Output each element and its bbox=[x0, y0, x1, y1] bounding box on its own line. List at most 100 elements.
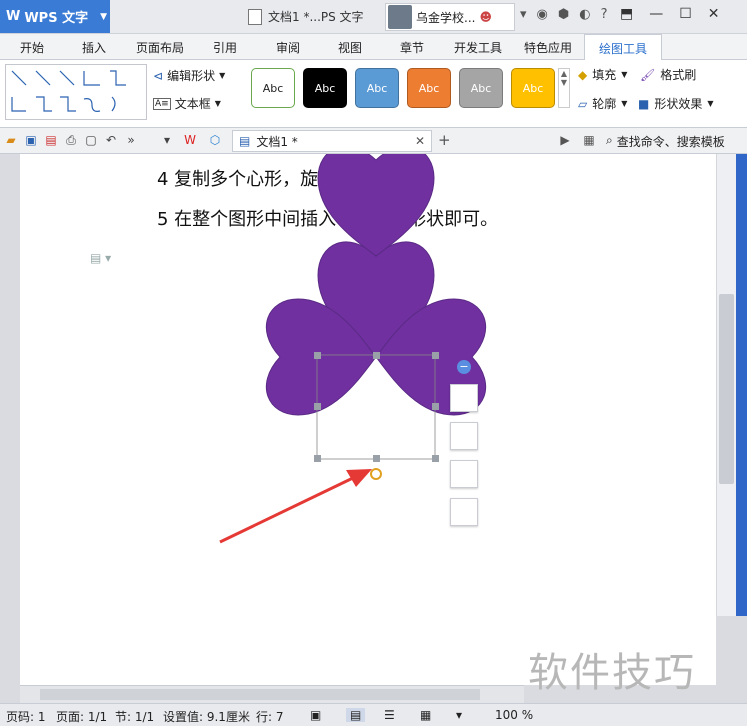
line-shapes-icon bbox=[11, 70, 126, 112]
redo-icon[interactable]: » bbox=[124, 133, 138, 147]
horizontal-scrollbar[interactable] bbox=[20, 685, 524, 703]
ribbon: ⊲ 编辑形状 ▼ A≡ 文本框 ▼ Abc Abc Abc Abc Abc Ab… bbox=[0, 60, 747, 128]
wps-cloud-icon[interactable]: W bbox=[183, 133, 197, 147]
maximize-button[interactable]: ☐ bbox=[679, 6, 692, 22]
undo-icon[interactable]: ↶ bbox=[104, 133, 118, 147]
lock-icon[interactable]: ▦ bbox=[582, 133, 596, 147]
search-icon: ⌕ bbox=[606, 133, 613, 147]
outline-icon: ▱ bbox=[578, 96, 588, 111]
layout-options-icon[interactable] bbox=[450, 384, 478, 412]
quick-access-toolbar: ▰ ▣ ▤ ⎙ ▢ ↶ » ▾ W ⬡ ▤ 文档1 * ✕ + ▶ ▦ ⌕ 查找… bbox=[0, 128, 747, 154]
document-icon bbox=[248, 8, 262, 25]
title-icons: ▾ ◉ ⬢ ◐ ? bbox=[520, 7, 607, 22]
tab-special[interactable]: 特色应用 bbox=[524, 39, 572, 56]
edit-shape-icon: ⊲ bbox=[153, 68, 164, 83]
document-icon: ▤ bbox=[239, 134, 251, 148]
open-folder-icon[interactable]: ▰ bbox=[4, 133, 18, 147]
minimize-button[interactable]: — bbox=[649, 6, 663, 22]
red-arrow-annotation bbox=[219, 469, 372, 544]
chevron-down-icon: ▼ bbox=[621, 70, 628, 79]
export-pdf-icon[interactable]: ▤ bbox=[44, 133, 58, 147]
textbox-button[interactable]: A≡ 文本框 ▼ bbox=[153, 95, 221, 112]
chevron-down-icon[interactable]: ▾ bbox=[160, 133, 174, 147]
tab-view[interactable]: 视图 bbox=[338, 39, 362, 56]
tab-home[interactable]: 开始 bbox=[20, 39, 44, 56]
status-bar: 页码: 1 页面: 1/1 节: 1/1 设置值: 9.1厘米 行: 7 ▣ ▤… bbox=[0, 703, 747, 726]
status-page-number: 页码: 1 bbox=[6, 710, 46, 724]
window-controls: ⬒ — ☐ ✕ bbox=[620, 6, 720, 22]
shape-style-gray[interactable]: Abc bbox=[459, 68, 503, 108]
settings-icon[interactable]: ⬢ bbox=[558, 7, 569, 22]
print-preview-icon[interactable]: ▢ bbox=[84, 133, 98, 147]
shape-effect-icon: ■ bbox=[638, 96, 650, 111]
document-title: 文档1 *...PS 文字 bbox=[248, 8, 364, 25]
outline-view-icon[interactable]: ☰ bbox=[384, 708, 395, 722]
heart-bottom bbox=[317, 154, 435, 257]
document-tab[interactable]: ▤ 文档1 * ✕ bbox=[232, 130, 432, 152]
app-name: WPS 文字 bbox=[24, 11, 89, 26]
shape-style-orange[interactable]: Abc bbox=[407, 68, 451, 108]
shape-style-gold[interactable]: Abc bbox=[511, 68, 555, 108]
search-command-input[interactable]: ⌕ 查找命令、搜索模板 bbox=[606, 133, 725, 150]
close-button[interactable]: ✕ bbox=[708, 6, 720, 22]
shape-effect-button[interactable]: ■ 形状效果 ▼ bbox=[638, 95, 714, 112]
shape-style-black[interactable]: Abc bbox=[303, 68, 347, 108]
wps-logo-icon: W bbox=[6, 9, 21, 24]
tab-section[interactable]: 章节 bbox=[400, 39, 424, 56]
fill-bucket-icon: ◆ bbox=[578, 67, 588, 82]
print-icon[interactable]: ⎙ bbox=[64, 133, 78, 147]
tab-developer[interactable]: 开发工具 bbox=[454, 39, 502, 56]
chevron-down-icon: ▼ bbox=[100, 11, 108, 22]
status-setting: 设置值: 9.1厘米 bbox=[163, 710, 250, 724]
status-section: 节: 1/1 bbox=[115, 710, 155, 724]
rotate-handle-icon[interactable] bbox=[370, 468, 382, 480]
collapse-icon[interactable]: − bbox=[457, 360, 471, 374]
edit-shape-icon[interactable] bbox=[450, 422, 478, 450]
tab-page-layout[interactable]: 页面布局 bbox=[136, 39, 184, 56]
wps-app-menu-button[interactable]: W WPS 文字 ▼ bbox=[0, 0, 110, 33]
brush-icon: 🖌 bbox=[640, 67, 656, 82]
tab-insert[interactable]: 插入 bbox=[82, 39, 106, 56]
dropdown-icon[interactable]: ▾ bbox=[520, 7, 527, 22]
add-tab-icon[interactable]: + bbox=[438, 131, 451, 149]
cube-icon[interactable]: ⬡ bbox=[208, 133, 222, 147]
tab-references[interactable]: 引用 bbox=[213, 39, 237, 56]
edit-shape-button[interactable]: ⊲ 编辑形状 ▼ bbox=[153, 67, 225, 84]
fill-button[interactable]: ◆ 填充 ▼ bbox=[578, 66, 627, 83]
scrollbar-thumb[interactable] bbox=[40, 689, 480, 700]
fullscreen-icon[interactable]: ⬒ bbox=[620, 6, 633, 22]
avatar bbox=[388, 5, 412, 29]
reading-view-icon[interactable]: ▾ bbox=[456, 708, 462, 722]
document-page[interactable]: 4 复制多个心形，旋转调整角度。 5 在整个图形中间插入一个太阳形状即可。 ▤ … bbox=[20, 154, 716, 685]
watermark: 软件技巧 bbox=[528, 650, 696, 696]
save-icon[interactable]: ▣ bbox=[24, 133, 38, 147]
format-brush-button[interactable]: 🖌 格式刷 bbox=[640, 66, 696, 83]
share-icon[interactable]: ◉ bbox=[537, 7, 548, 22]
scrollbar-thumb[interactable] bbox=[719, 294, 734, 484]
tab-drawing-tools[interactable]: 绘图工具 bbox=[584, 34, 662, 60]
tab-review[interactable]: 审阅 bbox=[276, 39, 300, 56]
outline-color-icon[interactable] bbox=[450, 498, 478, 526]
line-shapes-gallery[interactable] bbox=[5, 64, 147, 120]
theme-icon[interactable]: ◐ bbox=[579, 7, 590, 22]
fill-color-icon[interactable] bbox=[450, 460, 478, 488]
web-view-icon[interactable]: ▦ bbox=[420, 708, 431, 722]
help-icon[interactable]: ? bbox=[601, 7, 608, 22]
style-more-icon[interactable]: ▲ ▼ bbox=[558, 68, 570, 108]
user-account-button[interactable]: 乌金学校... ☻ bbox=[385, 3, 515, 31]
shape-style-blue[interactable]: Abc bbox=[355, 68, 399, 108]
page-view-icon[interactable]: ▤ bbox=[346, 708, 366, 722]
drawing-canvas bbox=[219, 154, 487, 544]
vertical-scrollbar[interactable] bbox=[716, 154, 736, 616]
shape-style-white[interactable]: Abc bbox=[251, 68, 295, 108]
chevron-down-icon: ▼ bbox=[214, 99, 221, 108]
user-name: 乌金学校... bbox=[416, 10, 476, 25]
play-icon[interactable]: ▶ bbox=[558, 133, 572, 147]
full-screen-icon[interactable]: ▣ bbox=[310, 708, 321, 722]
textbox-icon: A≡ bbox=[153, 97, 171, 110]
side-panel-toggle[interactable] bbox=[736, 154, 747, 616]
status-row: 行: 7 bbox=[256, 710, 284, 724]
status-zoom: 100 % bbox=[495, 708, 534, 722]
close-icon[interactable]: ✕ bbox=[415, 134, 425, 148]
outline-button[interactable]: ▱ 轮廓 ▼ bbox=[578, 95, 627, 112]
